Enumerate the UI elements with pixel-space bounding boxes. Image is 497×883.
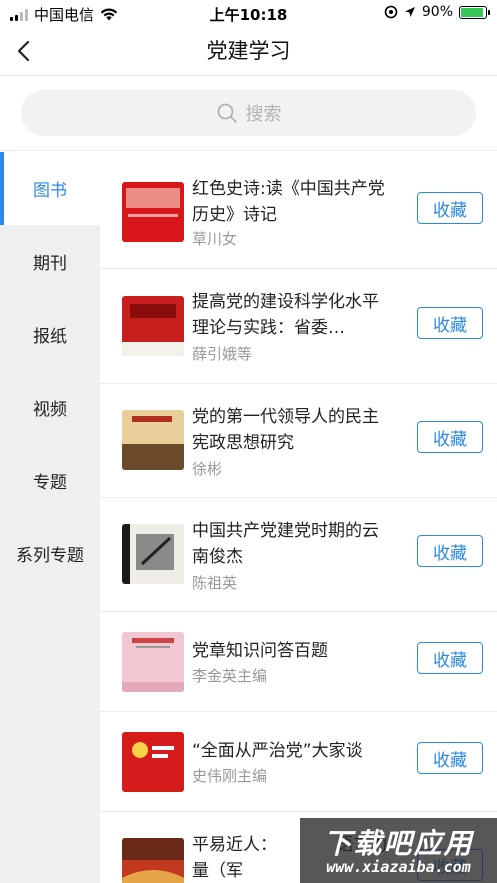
sidebar-item-label: 期刊 (33, 254, 67, 274)
book-title: 中国共产党建党时期的云南俊杰 (192, 521, 379, 567)
sidebar-item-books[interactable]: 图书 (0, 152, 100, 225)
page-title: 党建学习 (206, 39, 291, 63)
favorite-button[interactable]: 收藏 (417, 742, 483, 774)
book-author: 薛引娥等 (192, 345, 253, 363)
sidebar-item-label: 图书 (33, 181, 67, 201)
category-sidebar: 图书 期刊 报纸 视频 专题 系列专题 (0, 152, 100, 883)
book-cover (122, 838, 184, 883)
book-title: “全面从严治党”大家谈 (192, 741, 363, 761)
book-cover (122, 296, 184, 356)
book-item[interactable]: 提高党的建设科学化水平理论与实践：省委… 薛引娥等 收藏 (100, 269, 497, 384)
status-right: 90% (384, 4, 490, 20)
search-icon (217, 103, 237, 123)
search-input[interactable]: 搜索 (21, 90, 476, 136)
book-title: 红色史诗:读《中国共产党历史》诗记 (192, 179, 385, 225)
book-title: 党的第一代领导人的民主宪政思想研究 (192, 407, 379, 453)
battery-percent: 90% (421, 4, 453, 20)
sidebar-item-newspapers[interactable]: 报纸 (0, 298, 100, 371)
favorite-button[interactable]: 收藏 (417, 535, 483, 567)
favorite-button[interactable]: 收藏 (417, 642, 483, 674)
nav-bar: 党建学习 (0, 26, 497, 76)
favorite-button[interactable]: 收藏 (417, 307, 483, 339)
book-item[interactable]: 中国共产党建党时期的云南俊杰 陈祖英 收藏 (100, 498, 497, 612)
search-area: 搜索 (0, 77, 497, 151)
sidebar-item-videos[interactable]: 视频 (0, 371, 100, 444)
sidebar-item-label: 报纸 (33, 327, 67, 347)
status-bar: 中国电信 上午10:18 90% (0, 0, 497, 26)
book-item[interactable]: 红色史诗:读《中国共产党历史》诗记 草川女 收藏 (100, 152, 497, 269)
watermark-title: 下载吧应用 (323, 827, 474, 860)
sidebar-item-journals[interactable]: 期刊 (0, 225, 100, 298)
book-author: 陈祖英 (192, 574, 238, 592)
book-cover (122, 732, 184, 792)
book-cover (122, 410, 184, 470)
sidebar-item-series-topics[interactable]: 系列专题 (0, 517, 100, 590)
search-placeholder: 搜索 (245, 104, 282, 125)
book-title: 党章知识问答百题 (192, 641, 328, 661)
favorite-button[interactable]: 收藏 (417, 421, 483, 453)
book-author: 李金英主编 (192, 667, 268, 685)
watermark-url: www.xiazaiba.com (326, 858, 471, 876)
book-title: 提高党的建设科学化水平理论与实践：省委… (192, 292, 379, 338)
sidebar-item-topics[interactable]: 专题 (0, 444, 100, 517)
sidebar-item-label: 系列专题 (16, 546, 84, 566)
book-item[interactable]: “全面从严治党”大家谈 史伟刚主编 收藏 (100, 712, 497, 812)
book-cover (122, 182, 184, 242)
favorite-button[interactable]: 收藏 (417, 192, 483, 224)
book-author: 史伟刚主编 (192, 767, 268, 785)
book-item[interactable]: 党的第一代领导人的民主宪政思想研究 徐彬 收藏 (100, 384, 497, 498)
sidebar-item-label: 视频 (33, 400, 67, 420)
book-item[interactable]: 党章知识问答百题 李金英主编 收藏 (100, 612, 497, 712)
battery-icon (459, 5, 490, 19)
location-icon (404, 7, 415, 17)
battery-fill (461, 7, 483, 17)
book-cover (122, 524, 184, 584)
watermark: 下载吧应用 www.xiazaiba.com (300, 818, 497, 883)
alarm-icon (384, 5, 398, 19)
book-author: 草川女 (192, 230, 238, 248)
book-cover (122, 632, 184, 692)
book-list: 红色史诗:读《中国共产党历史》诗记 草川女 收藏 提高党的建设科学化水平理论与实… (100, 152, 497, 883)
book-author: 徐彬 (192, 460, 223, 478)
sidebar-item-label: 专题 (33, 473, 67, 493)
